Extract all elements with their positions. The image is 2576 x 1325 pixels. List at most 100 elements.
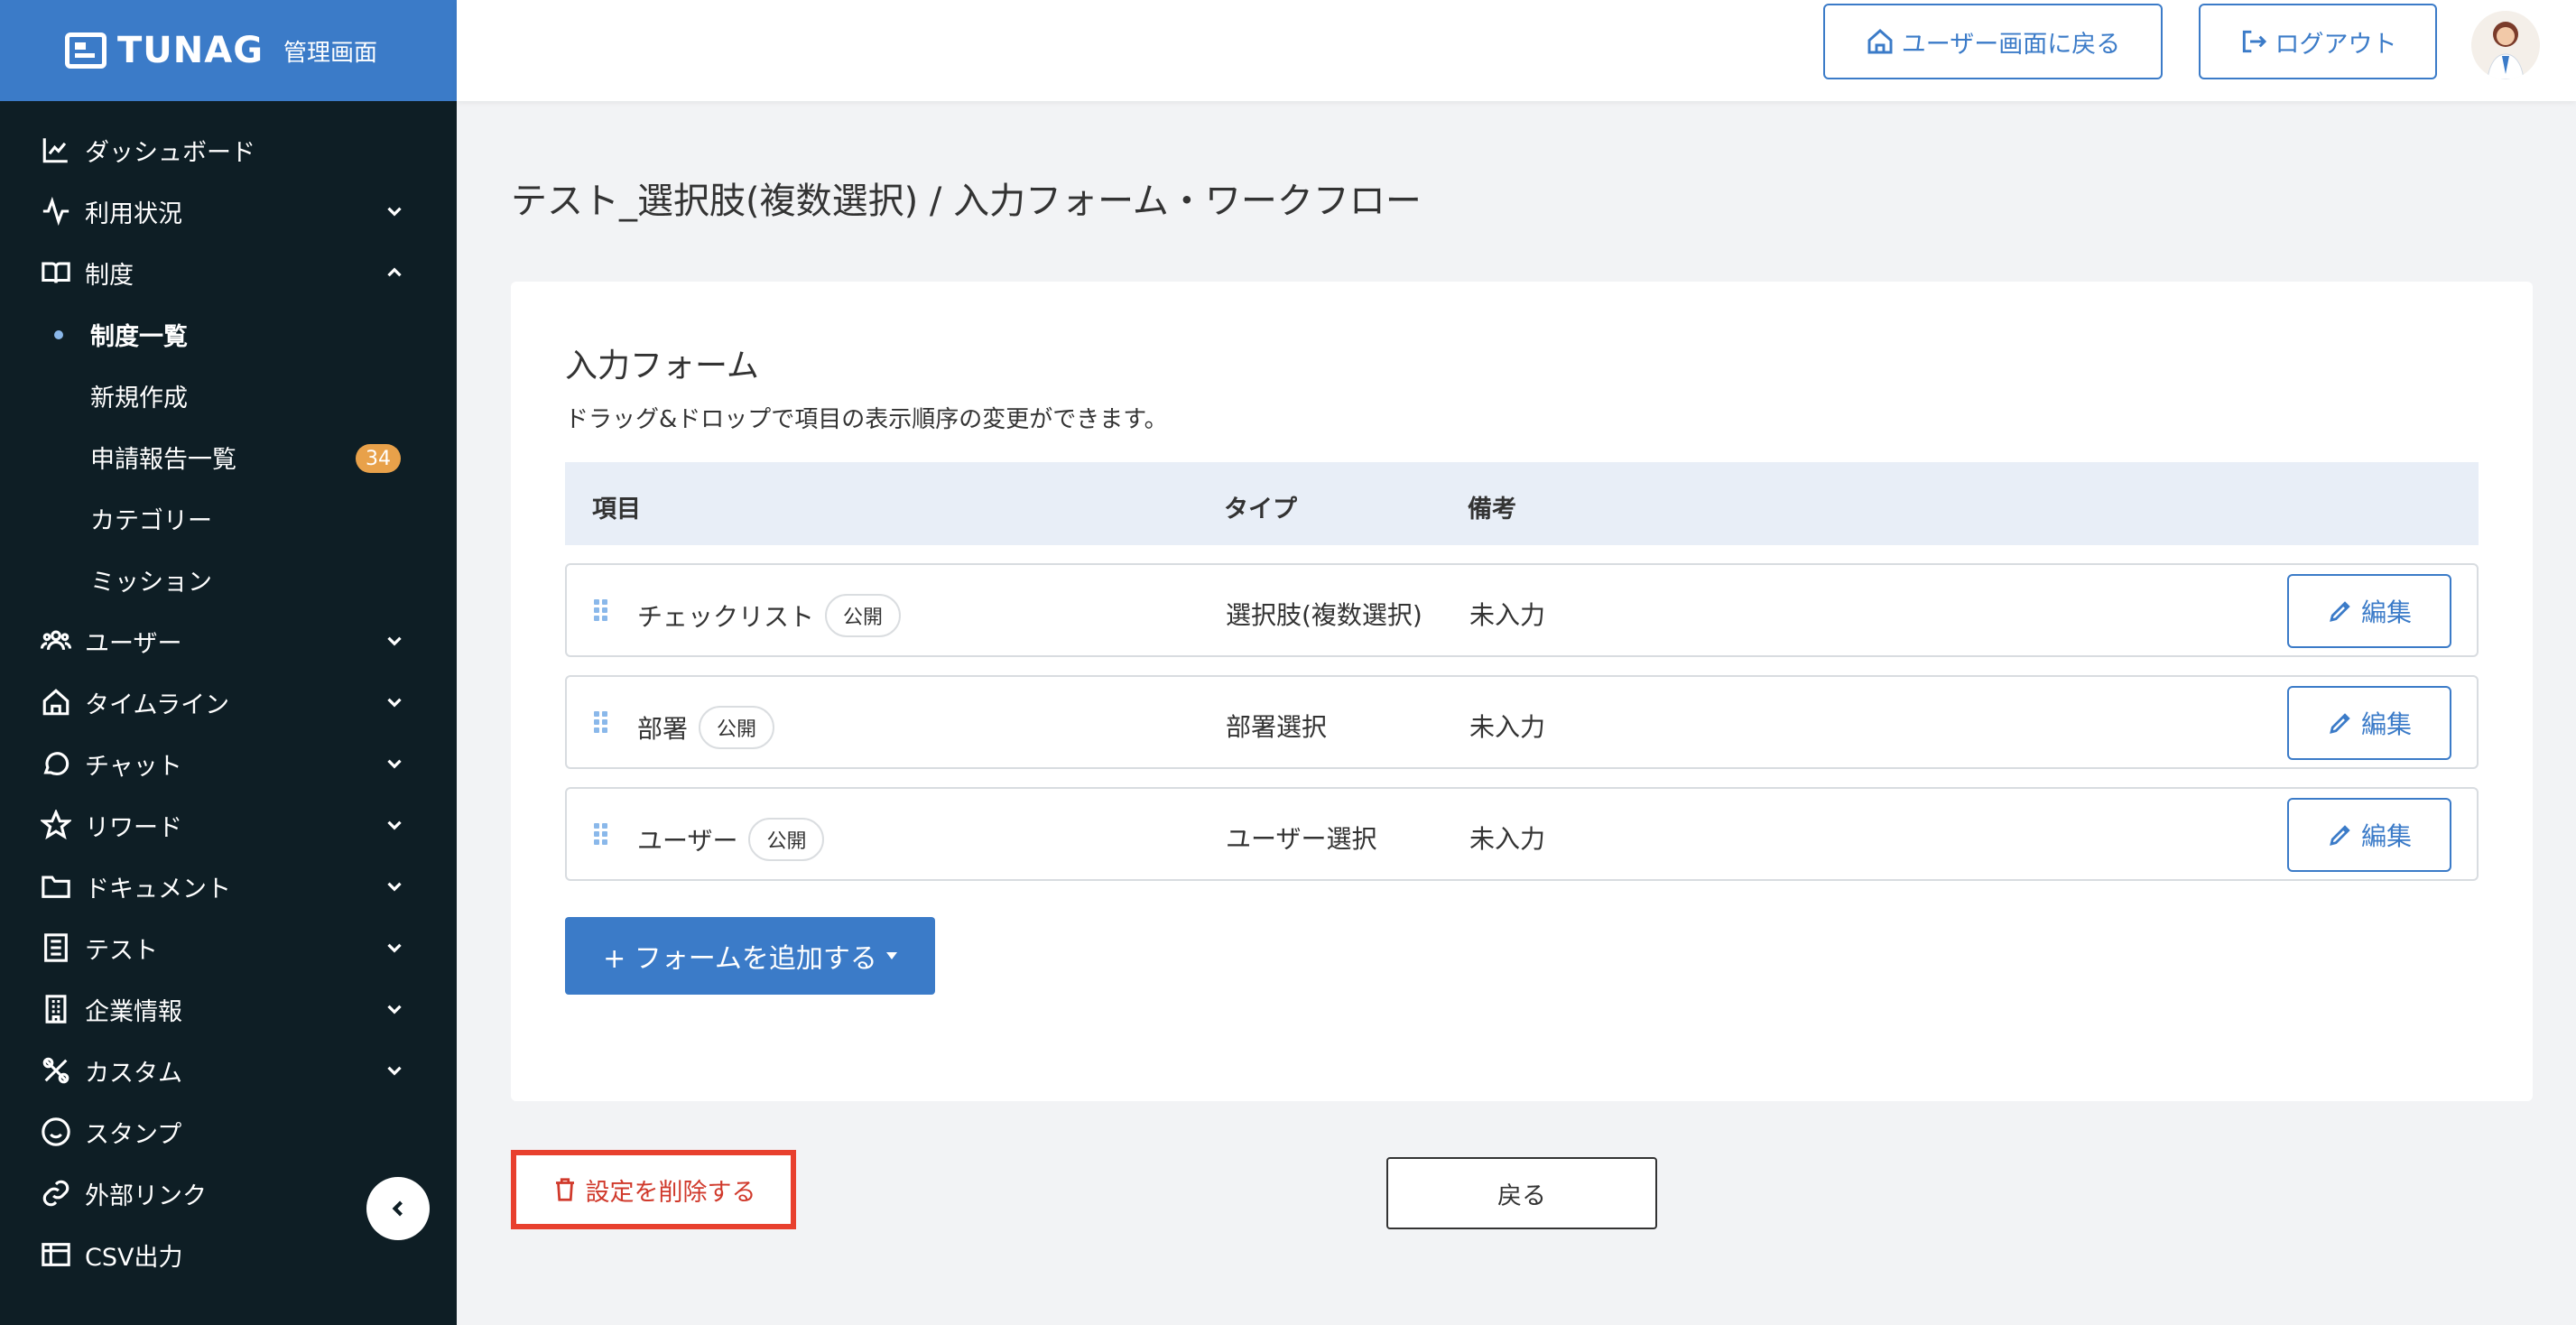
- sidebar-item-company[interactable]: 企業情報: [0, 978, 457, 1040]
- avatar[interactable]: [2471, 11, 2540, 79]
- sidebar-subitem-new[interactable]: 新規作成: [0, 365, 457, 426]
- back-button[interactable]: 戻る: [1386, 1157, 1657, 1229]
- chevron-down-icon: [383, 690, 406, 714]
- table-row[interactable]: チェックリスト 公開 選択肢(複数選択) 未入力 編集: [565, 563, 2479, 657]
- sidebar-item-label: ダッシュボード: [85, 138, 255, 167]
- table-row[interactable]: 部署 公開 部署選択 未入力 編集: [565, 675, 2479, 769]
- drag-handle-icon[interactable]: [594, 599, 610, 623]
- sidebar-item-custom[interactable]: カスタム: [0, 1040, 457, 1101]
- chevron-down-icon: [383, 199, 406, 223]
- sidebar-item-label: 企業情報: [85, 997, 182, 1026]
- sidebar-nav: ダッシュボード 利用状況 制度 制度一覧 新規作成 申請報告一覧 34 カテゴリ…: [0, 101, 457, 1285]
- sidebar-item-label: CSV出力: [85, 1243, 183, 1272]
- sidebar-item-label: 制度: [85, 261, 134, 290]
- sidebar-item-dashboard[interactable]: ダッシュボード: [0, 119, 457, 181]
- chevron-down-icon: [383, 813, 406, 837]
- building-icon: [40, 993, 72, 1025]
- sidebar-item-document[interactable]: ドキュメント: [0, 856, 457, 917]
- edit-button[interactable]: 編集: [2287, 686, 2451, 760]
- sidebar-item-chat[interactable]: チャット: [0, 733, 457, 794]
- link-icon: [40, 1177, 72, 1209]
- home-icon: [40, 686, 72, 718]
- sidebar-item-test[interactable]: テスト: [0, 917, 457, 978]
- input-form-card: 入力フォーム ドラッグ&ドロップで項目の表示順序の変更ができます。 項目 タイプ…: [511, 282, 2533, 1101]
- book-open-icon: [40, 256, 72, 289]
- row-type: 部署選択: [1226, 712, 1328, 742]
- logout-button[interactable]: ログアウト: [2199, 4, 2437, 79]
- edit-button[interactable]: 編集: [2287, 798, 2451, 872]
- sidebar-item-label: タイムライン: [85, 690, 230, 719]
- checklist-icon: [40, 931, 72, 964]
- pencil-icon: [2327, 598, 2361, 625]
- sidebar-item-usage[interactable]: 利用状況: [0, 181, 457, 242]
- card-title: 入力フォーム: [565, 347, 759, 385]
- edit-label: 編集: [2360, 709, 2412, 739]
- delete-label: 設定を削除する: [585, 1178, 756, 1207]
- top-header: ユーザー画面に戻る ログアウト: [457, 0, 2576, 101]
- sidebar-item-label: チャット: [85, 752, 182, 781]
- home-icon: [1866, 27, 1902, 56]
- row-name: チェックリスト: [637, 602, 815, 632]
- row-name-cell: チェックリスト 公開: [637, 594, 902, 637]
- edit-button[interactable]: 編集: [2287, 574, 2451, 648]
- sidebar-subitem-mission[interactable]: ミッション: [0, 549, 457, 610]
- chevron-left-icon: [385, 1196, 411, 1221]
- chevron-down-icon: [383, 752, 406, 775]
- row-name-cell: ユーザー 公開: [637, 818, 825, 861]
- column-header-type: タイプ: [1224, 496, 1297, 524]
- sidebar-item-label: ドキュメント: [85, 875, 231, 903]
- sidebar-item-timeline[interactable]: タイムライン: [0, 672, 457, 733]
- chevron-down-icon: [383, 997, 406, 1021]
- sidebar-subitem-system-list[interactable]: 制度一覧: [0, 303, 457, 365]
- chevron-down-icon: [383, 629, 406, 653]
- drag-handle-icon[interactable]: [594, 823, 610, 847]
- caret-down-icon: [885, 952, 897, 959]
- sidebar-collapse-button[interactable]: [366, 1177, 430, 1240]
- sidebar-item-label: リワード: [85, 813, 182, 842]
- brand-header[interactable]: TUNAG 管理画面: [0, 0, 457, 101]
- add-form-button[interactable]: + フォームを追加する: [565, 917, 935, 995]
- drag-handle-icon[interactable]: [594, 711, 610, 735]
- chat-icon: [40, 747, 72, 780]
- row-name-cell: 部署 公開: [637, 706, 775, 749]
- star-icon: [40, 809, 72, 841]
- sidebar-item-reward[interactable]: リワード: [0, 794, 457, 856]
- row-note: 未入力: [1469, 712, 1546, 742]
- row-note: 未入力: [1469, 600, 1546, 630]
- brand-subtitle: 管理画面: [283, 39, 378, 67]
- user-screen-label: ユーザー画面に戻る: [1901, 30, 2121, 59]
- sidebar-item-system[interactable]: 制度: [0, 242, 457, 303]
- sidebar-subitem-label: 制度一覧: [90, 322, 188, 351]
- sidebar-item-label: 外部リンク: [85, 1181, 207, 1210]
- smile-icon: [40, 1116, 72, 1148]
- logout-label: ログアウト: [2275, 30, 2397, 59]
- table-row[interactable]: ユーザー 公開 ユーザー選択 未入力 編集: [565, 787, 2479, 881]
- folder-icon: [40, 870, 72, 903]
- sidebar-item-stamp[interactable]: スタンプ: [0, 1101, 457, 1163]
- sidebar-subitem-applications[interactable]: 申請報告一覧 34: [0, 426, 457, 487]
- status-badge: 公開: [699, 706, 775, 749]
- tools-icon: [40, 1054, 72, 1087]
- sidebar-item-label: スタンプ: [85, 1120, 182, 1149]
- page-title: テスト_選択肢(複数選択) / 入力フォーム・ワークフロー: [511, 181, 1422, 222]
- sidebar: TUNAG 管理画面 ダッシュボード 利用状況 制度 制度一覧 新規作成 申請報…: [0, 0, 457, 1325]
- row-type: ユーザー選択: [1226, 824, 1377, 854]
- sidebar-item-label: テスト: [85, 936, 158, 965]
- status-badge: 公開: [748, 818, 825, 861]
- sidebar-subitem-label: カテゴリー: [90, 506, 212, 535]
- user-screen-button[interactable]: ユーザー画面に戻る: [1823, 4, 2163, 79]
- sidebar-item-users[interactable]: ユーザー: [0, 610, 457, 672]
- delete-settings-button[interactable]: 設定を削除する: [511, 1150, 796, 1229]
- logout-icon: [2239, 27, 2275, 56]
- sidebar-subitem-label: 新規作成: [90, 384, 188, 412]
- pencil-icon: [2327, 821, 2361, 848]
- sidebar-subitem-label: 申請報告一覧: [90, 445, 236, 474]
- back-label: 戻る: [1497, 1181, 1546, 1210]
- sidebar-item-label: ユーザー: [85, 629, 182, 658]
- sidebar-subitem-category[interactable]: カテゴリー: [0, 487, 457, 549]
- edit-label: 編集: [2360, 598, 2412, 627]
- row-type: 選択肢(複数選択): [1226, 600, 1422, 630]
- chevron-down-icon: [383, 1059, 406, 1082]
- column-header-item: 項目: [592, 496, 641, 524]
- sidebar-subitem-label: ミッション: [90, 568, 212, 597]
